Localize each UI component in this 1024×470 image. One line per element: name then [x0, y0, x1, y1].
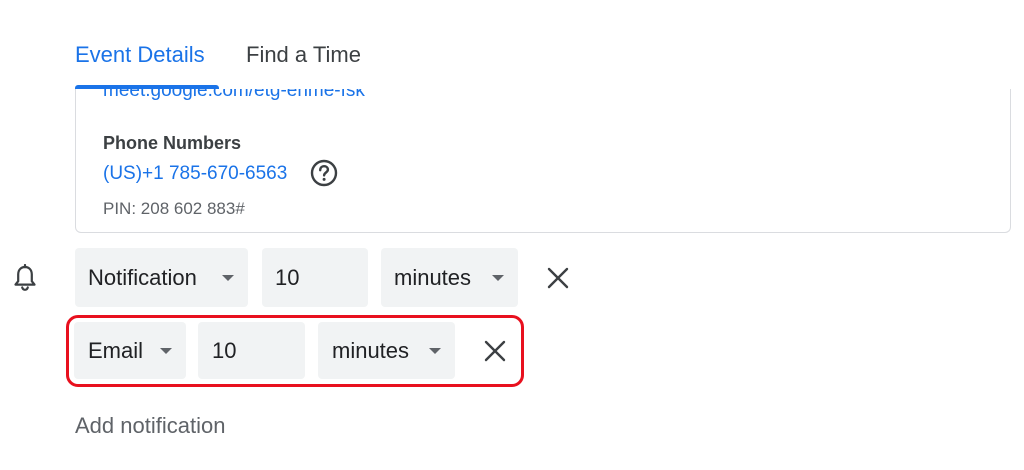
- event-editor: Event Details Find a Time meet.google.co…: [0, 0, 1024, 470]
- notification-unit-value: minutes: [394, 264, 472, 290]
- notification-amount-value: 10: [275, 264, 300, 290]
- highlight-box: [66, 315, 524, 387]
- remove-notification-icon[interactable]: [546, 266, 570, 290]
- help-icon[interactable]: [309, 158, 339, 188]
- tab-event-details[interactable]: Event Details: [75, 40, 205, 70]
- conference-details-box: meet.google.com/etg-enme-fsk Phone Numbe…: [75, 89, 1011, 233]
- meet-link[interactable]: meet.google.com/etg-enme-fsk: [103, 89, 365, 102]
- tab-find-a-time[interactable]: Find a Time: [246, 40, 361, 70]
- chevron-down-icon: [492, 274, 504, 281]
- phone-number-link[interactable]: (US)+1 785-670-6563: [103, 163, 287, 185]
- notification-unit-select[interactable]: minutes: [381, 248, 518, 307]
- phone-numbers-heading: Phone Numbers: [103, 133, 242, 153]
- notification-type-value: Notification: [88, 264, 197, 290]
- add-notification-button[interactable]: Add notification: [75, 413, 225, 439]
- bell-icon: [14, 264, 36, 291]
- pin-text: PIN: 208 602 883#: [103, 199, 245, 218]
- chevron-down-icon: [222, 274, 234, 281]
- notification-type-select[interactable]: Notification: [75, 248, 248, 307]
- notification-amount-input[interactable]: 10: [262, 248, 368, 307]
